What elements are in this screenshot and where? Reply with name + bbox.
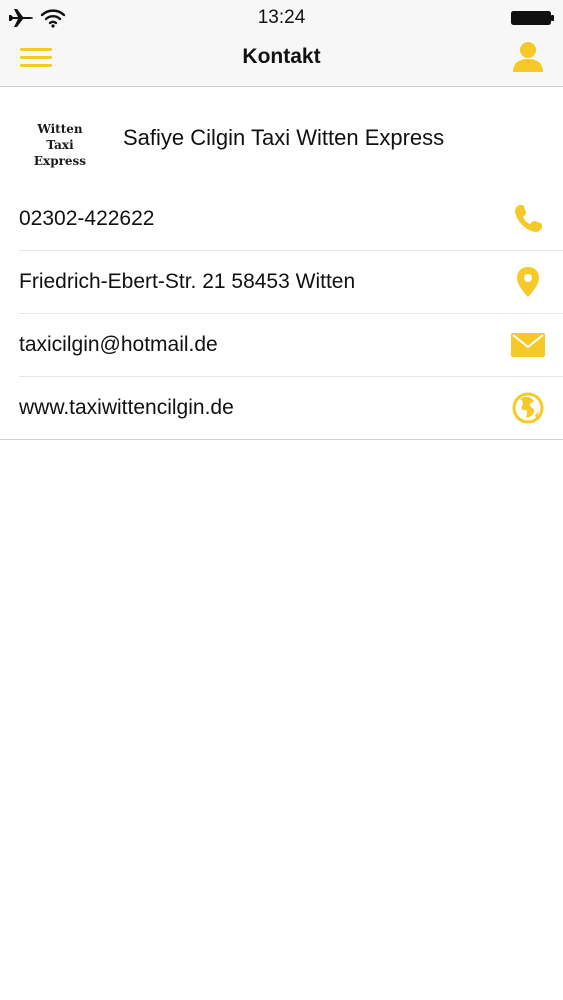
logo-line-1: Witten Taxi — [37, 122, 83, 152]
company-logo: Witten Taxi Express — [22, 121, 98, 169]
status-bar: 13:24 — [0, 0, 563, 36]
address: Friedrich-Ebert-Str. 21 58453 Witten — [19, 270, 356, 293]
contact-screen: 13:24 Kontakt Witten Taxi Express Safiye… — [0, 0, 563, 1000]
nav-bar: Kontakt — [0, 36, 563, 87]
battery-icon — [511, 11, 554, 25]
email-address: taxicilgin@hotmail.de — [19, 333, 218, 356]
website-url: www.taxiwittencilgin.de — [19, 396, 234, 419]
mail-icon[interactable] — [511, 328, 545, 362]
phone-number: 02302-422622 — [19, 207, 155, 230]
company-name: Safiye Cilgin Taxi Witten Express — [123, 125, 445, 150]
status-time: 13:24 — [257, 7, 306, 28]
page-title: Kontakt — [242, 45, 321, 68]
contact-row-email[interactable]: taxicilgin@hotmail.de — [19, 314, 563, 377]
logo-line-2: Express — [33, 154, 87, 168]
contact-row-website[interactable]: www.taxiwittencilgin.de — [19, 377, 563, 439]
contact-list: 02302-422622 Friedrich-Ebert-Str. 21 584… — [0, 188, 563, 440]
user-icon[interactable] — [511, 40, 545, 74]
globe-icon[interactable] — [511, 391, 545, 425]
contact-row-phone[interactable]: 02302-422622 — [19, 188, 563, 251]
location-pin-icon[interactable] — [511, 265, 545, 299]
phone-icon[interactable] — [511, 202, 545, 236]
company-header: Witten Taxi Express Safiye Cilgin Taxi W… — [0, 87, 563, 187]
contact-row-address[interactable]: Friedrich-Ebert-Str. 21 58453 Witten — [19, 251, 563, 314]
